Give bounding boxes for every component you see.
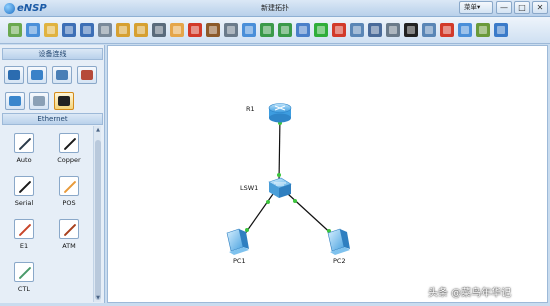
pc-pc2-icon[interactable]: [327, 228, 350, 255]
cable-ctl-button[interactable]: CTL: [2, 262, 46, 293]
frame-icon[interactable]: [386, 23, 400, 37]
settings-icon[interactable]: [476, 23, 490, 37]
port-status-dot: [245, 228, 249, 232]
print-icon[interactable]: [98, 23, 112, 37]
help-icon[interactable]: [494, 23, 508, 37]
text-icon[interactable]: [224, 23, 238, 37]
port-status-dot: [277, 173, 281, 177]
cable-serial-icon: [14, 176, 34, 196]
title-bar: eNSP 新建拓扑 菜单▾ — □ ✕: [0, 0, 550, 17]
capture-icon[interactable]: [350, 23, 364, 37]
node-label-lsw1: LSW1: [240, 184, 259, 192]
terminal-icon[interactable]: [404, 23, 418, 37]
cable-category-button[interactable]: [54, 92, 74, 110]
topology-canvas[interactable]: R1 LSW1 PC1 PC2: [107, 45, 548, 303]
cable-label: ATM: [62, 242, 76, 250]
save-icon[interactable]: [62, 23, 76, 37]
cable-serial-button[interactable]: Serial: [2, 176, 46, 207]
close-button[interactable]: ✕: [532, 1, 548, 14]
watermark: 头条 @菜鸟年华记: [428, 288, 512, 299]
cable-label: Serial: [14, 199, 34, 207]
cable-category-icon: [58, 96, 70, 106]
scroll-thumb[interactable]: [95, 140, 101, 300]
cable-pos-button[interactable]: POS: [47, 176, 91, 207]
device-panel: 设备连线 Ethernet Auto Copper Serial POS E1 ATM CT…: [0, 45, 105, 303]
cable-label: CTL: [17, 285, 31, 293]
wlan-category-icon: [56, 70, 68, 80]
cloud-category-icon: [33, 96, 45, 106]
menu-button[interactable]: 菜单▾: [459, 1, 493, 14]
cable-label: Auto: [16, 156, 32, 164]
cable-atm-button[interactable]: ATM: [47, 219, 91, 250]
chat-icon[interactable]: [458, 23, 472, 37]
start-icon[interactable]: [314, 23, 328, 37]
switch-category-button[interactable]: [27, 66, 47, 84]
firewall-category-button[interactable]: [77, 66, 97, 84]
hand-icon[interactable]: [170, 23, 184, 37]
wlan-category-button[interactable]: [52, 66, 72, 84]
huawei-icon[interactable]: [440, 23, 454, 37]
cable-copper-button[interactable]: Copper: [47, 133, 91, 164]
node-label-r1: R1: [246, 105, 255, 113]
delete-icon[interactable]: [188, 23, 202, 37]
cable-label: E1: [19, 242, 29, 250]
link-r1-lsw1[interactable]: [278, 115, 281, 183]
toolbar: [0, 17, 550, 44]
undo-icon[interactable]: [116, 23, 130, 37]
topology-svg: [226, 103, 350, 255]
firewall-category-icon: [81, 70, 93, 80]
node-label-pc1: PC1: [233, 257, 246, 265]
cli-icon[interactable]: [368, 23, 382, 37]
pc-category-icon: [9, 96, 21, 106]
zoom-in-icon[interactable]: [260, 23, 274, 37]
add-topology-icon[interactable]: [8, 23, 22, 37]
rectangle-icon[interactable]: [242, 23, 256, 37]
cable-auto-icon: [14, 133, 34, 153]
open-icon[interactable]: [44, 23, 58, 37]
router-category-icon: [8, 70, 20, 80]
new-topology-icon[interactable]: [26, 23, 40, 37]
cable-e1-icon: [14, 219, 34, 239]
port-status-dot: [293, 199, 297, 203]
redo-icon[interactable]: [134, 23, 148, 37]
stop-icon[interactable]: [332, 23, 346, 37]
router-category-button[interactable]: [4, 66, 24, 84]
cable-auto-button[interactable]: Auto: [2, 133, 46, 164]
minimize-button[interactable]: —: [496, 1, 512, 14]
cable-section-title: Ethernet: [2, 113, 103, 125]
maximize-button[interactable]: □: [514, 1, 530, 14]
node-label-pc2: PC2: [333, 257, 346, 265]
scroll-down-icon[interactable]: ▼: [94, 294, 102, 302]
cable-atm-icon: [59, 219, 79, 239]
cable-label: Copper: [57, 156, 81, 164]
pc-category-button[interactable]: [5, 92, 25, 110]
cable-pos-icon: [59, 176, 79, 196]
cable-e1-button[interactable]: E1: [2, 219, 46, 250]
port-status-dot: [266, 200, 270, 204]
router-r1-icon[interactable]: [268, 103, 292, 123]
pc-pc1-icon[interactable]: [226, 228, 249, 255]
select-icon[interactable]: [152, 23, 166, 37]
save-as-icon[interactable]: [80, 23, 94, 37]
zoom-out-icon[interactable]: [278, 23, 292, 37]
topology-icon[interactable]: [422, 23, 436, 37]
cable-copper-icon: [59, 133, 79, 153]
cloud-category-button[interactable]: [29, 92, 49, 110]
cable-label: POS: [62, 199, 76, 207]
cable-ctl-icon: [14, 262, 34, 282]
scroll-up-icon[interactable]: ▲: [94, 126, 102, 134]
delete-link-icon[interactable]: [206, 23, 220, 37]
switch-category-icon: [31, 70, 43, 80]
device-section-title: 设备连线: [2, 48, 103, 60]
panel-scrollbar[interactable]: ▲ ▼: [93, 126, 101, 302]
fit-icon[interactable]: [296, 23, 310, 37]
